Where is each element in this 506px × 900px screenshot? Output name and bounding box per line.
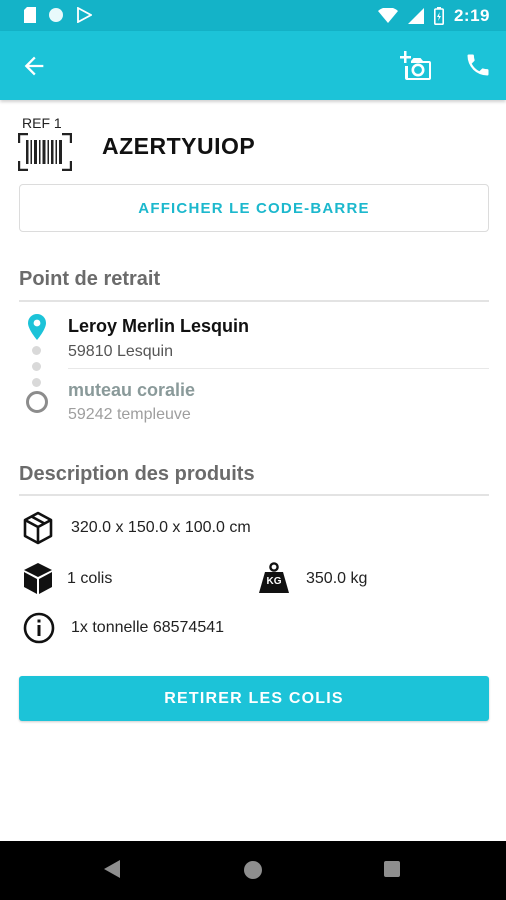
dimensions-text: 320.0 x 150.0 x 100.0 cm bbox=[71, 519, 251, 536]
call-button[interactable] bbox=[464, 51, 492, 79]
destination-name: muteau coralie bbox=[68, 380, 196, 400]
weight-text: 350.0 kg bbox=[306, 570, 368, 587]
status-bar: 2:19 bbox=[0, 0, 506, 31]
nav-home-icon[interactable] bbox=[244, 861, 262, 879]
pickup-section-title: Point de retrait bbox=[19, 268, 161, 290]
map-pin-icon bbox=[28, 314, 46, 340]
route-dot bbox=[32, 346, 41, 355]
origin-city: 59810 Lesquin bbox=[68, 343, 173, 360]
status-time: 2:19 bbox=[453, 6, 490, 25]
item-description-text: 1x tonnelle 68574541 bbox=[71, 619, 225, 636]
notification-icons bbox=[24, 7, 92, 23]
sd-card-icon bbox=[24, 7, 36, 23]
pickup-section-divider bbox=[19, 300, 489, 302]
nav-back-icon[interactable] bbox=[104, 860, 120, 878]
destination-city: 59242 templeuve bbox=[68, 406, 191, 423]
battery-icon bbox=[433, 7, 444, 25]
cell-signal-icon bbox=[407, 8, 424, 24]
reference-label: REF 1 bbox=[22, 115, 62, 131]
reference-code: AZERTYUIOP bbox=[102, 133, 256, 159]
collect-packages-button[interactable]: RETIRER LES COLIS bbox=[19, 676, 489, 721]
add-photo-icon bbox=[400, 51, 431, 80]
route-dot bbox=[32, 362, 41, 371]
nav-recents-icon[interactable] bbox=[384, 861, 400, 877]
play-store-icon bbox=[77, 7, 92, 23]
route-dot bbox=[32, 378, 41, 387]
wifi-icon bbox=[377, 8, 398, 23]
package-outline-icon bbox=[23, 511, 53, 545]
destination-ring-icon bbox=[26, 391, 48, 413]
products-section-divider bbox=[19, 494, 489, 496]
origin-name: Leroy Merlin Lesquin bbox=[68, 316, 250, 336]
sync-circle-icon bbox=[49, 8, 63, 22]
arrow-left-icon bbox=[24, 56, 44, 76]
phone-icon bbox=[467, 54, 489, 76]
back-button[interactable] bbox=[20, 52, 48, 80]
weight-badge-text: KG bbox=[266, 576, 282, 587]
weight-icon: KG bbox=[257, 562, 291, 594]
reference-badge: REF 1 bbox=[18, 115, 78, 175]
app-bar bbox=[0, 31, 506, 100]
system-nav-bar bbox=[0, 841, 506, 900]
stop-divider bbox=[68, 368, 489, 369]
show-barcode-button[interactable]: AFFICHER LE CODE-BARRE bbox=[19, 184, 489, 232]
package-filled-icon bbox=[24, 563, 52, 594]
products-section-title: Description des produits bbox=[19, 463, 255, 485]
system-icons: 2:19 bbox=[377, 6, 490, 26]
package-count-text: 1 colis bbox=[67, 570, 113, 587]
info-icon bbox=[23, 612, 55, 644]
add-photo-button[interactable] bbox=[400, 49, 434, 83]
barcode-scan-icon bbox=[18, 133, 72, 171]
